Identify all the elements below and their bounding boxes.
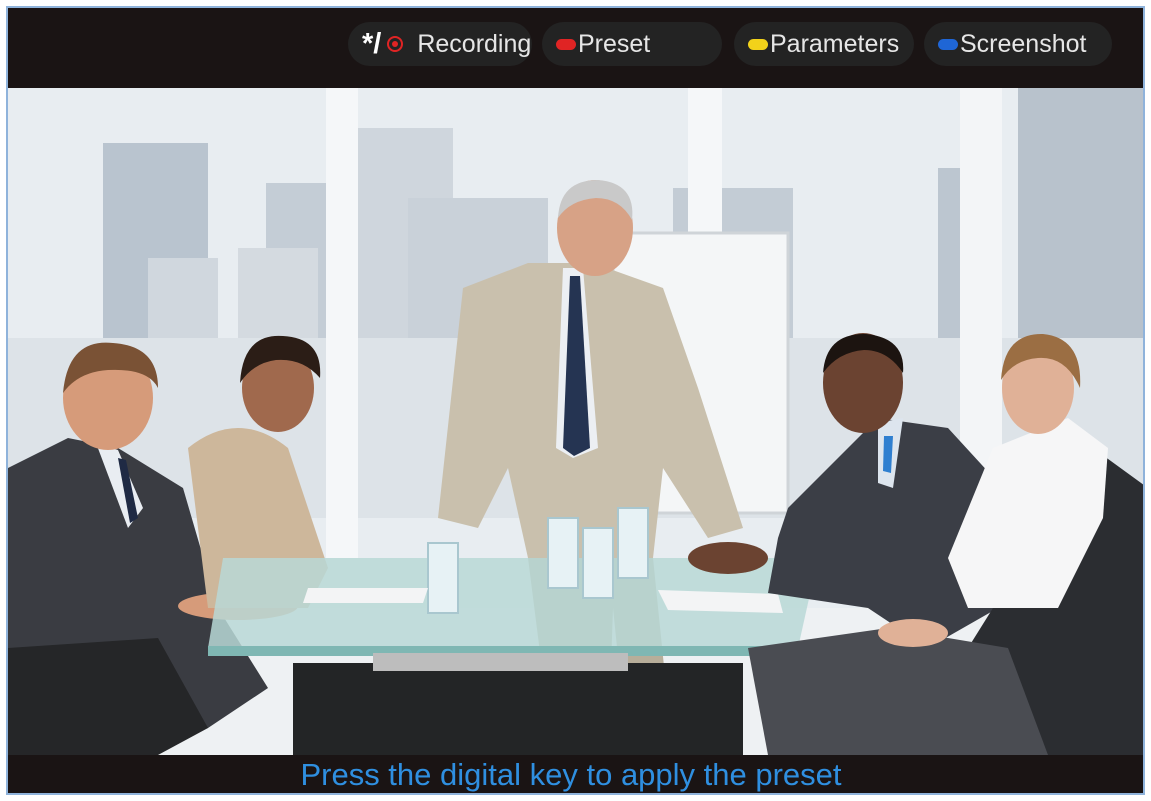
preset-button[interactable]: Preset	[542, 22, 722, 66]
camera-monitor-frame: */ Recording Preset Parameters Screensho…	[6, 6, 1145, 795]
screenshot-button[interactable]: Screenshot	[924, 22, 1112, 66]
parameters-button[interactable]: Parameters	[734, 22, 914, 66]
record-icon	[387, 36, 404, 52]
camera-video-feed	[8, 88, 1143, 755]
recording-button[interactable]: */ Recording	[348, 22, 532, 66]
preset-hint-text: Press the digital key to apply the prese…	[300, 757, 842, 792]
preset-label: Preset	[578, 30, 651, 58]
yellow-key-icon	[748, 38, 768, 50]
bottom-hint-bar: Press the digital key to apply the prese…	[8, 755, 1143, 793]
parameters-label: Parameters	[770, 30, 900, 58]
recording-label: Recording	[417, 30, 532, 58]
recording-shortcut-glyph: */	[362, 28, 382, 60]
top-toolbar: */ Recording Preset Parameters Screensho…	[8, 8, 1143, 88]
red-key-icon	[556, 38, 576, 50]
meeting-scene-image	[8, 88, 1143, 755]
screenshot-label: Screenshot	[960, 30, 1087, 58]
blue-key-icon	[938, 38, 958, 50]
